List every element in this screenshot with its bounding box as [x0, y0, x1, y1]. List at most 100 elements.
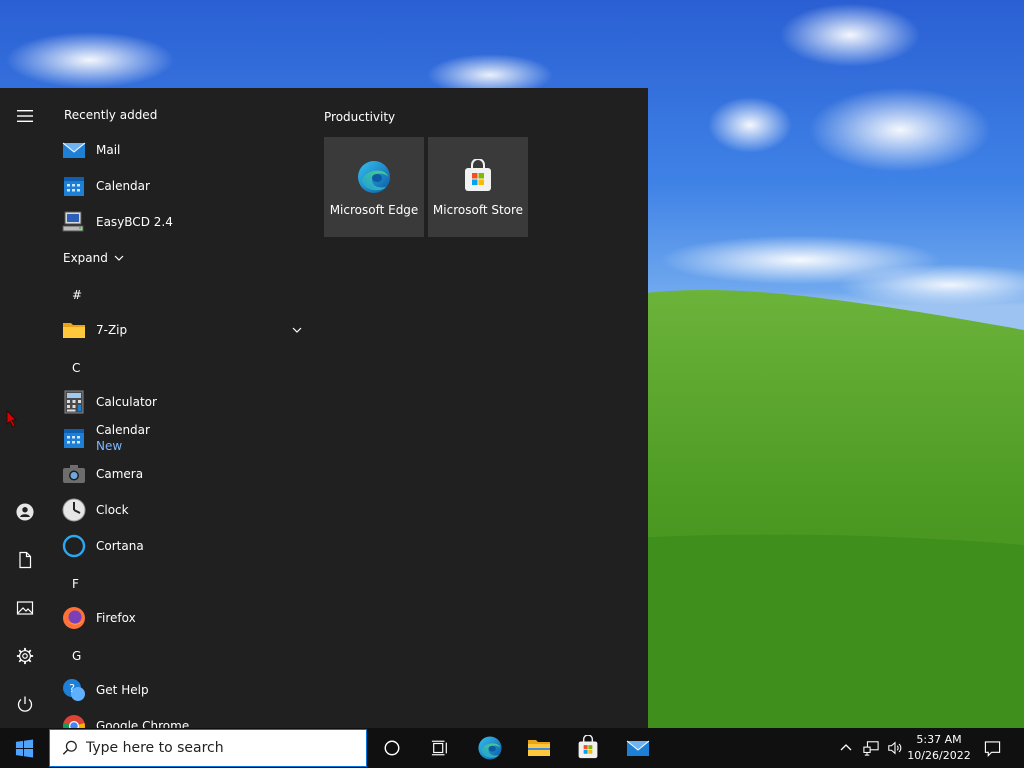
list-item-get-help[interactable]: ? Get Help [62, 672, 308, 708]
app-label: Calculator [96, 395, 157, 409]
list-item-cortana[interactable]: Cortana [62, 528, 308, 564]
clock-date: 10/26/2022 [907, 749, 971, 762]
start-menu-rail [0, 88, 50, 728]
list-item-mail[interactable]: Mail [62, 132, 308, 168]
folder-icon [62, 318, 86, 342]
search-icon [62, 740, 77, 755]
svg-text:?: ? [69, 682, 75, 695]
mail-icon [62, 138, 86, 162]
cortana-circle-icon [384, 740, 400, 756]
task-view-button[interactable] [416, 728, 464, 768]
taskbar-store-button[interactable] [564, 728, 612, 768]
search-input[interactable] [86, 733, 336, 763]
cortana-button[interactable] [368, 728, 416, 768]
list-item-google-chrome[interactable]: Google Chrome [62, 708, 308, 728]
list-item-calculator[interactable]: Calculator [62, 384, 308, 420]
section-header-f[interactable]: F [72, 577, 79, 591]
taskbar-file-explorer-button[interactable] [515, 728, 563, 768]
mouse-cursor-icon [6, 410, 17, 428]
network-button[interactable] [858, 728, 884, 768]
app-label: Google Chrome [96, 719, 190, 728]
store-icon [465, 159, 491, 191]
gear-icon [16, 647, 34, 665]
recently-added-header: Recently added [64, 108, 158, 122]
taskbar-mail-button[interactable] [614, 728, 662, 768]
new-badge: New [96, 439, 123, 453]
chevron-down-icon [114, 255, 124, 261]
app-label: Calendar [96, 423, 150, 437]
easybcd-icon [62, 210, 86, 234]
section-header-g[interactable]: G [72, 649, 81, 663]
app-label: Cortana [96, 539, 144, 553]
taskbar-clock[interactable]: 5:37 AM 10/26/2022 [904, 728, 974, 768]
taskbar: 5:37 AM 10/26/2022 [0, 728, 1024, 768]
store-icon [578, 735, 598, 759]
list-item-firefox[interactable]: Firefox [62, 600, 308, 636]
tile-label: Microsoft Store [432, 203, 524, 217]
list-item-easybcd[interactable]: EasyBCD 2.4 [62, 204, 308, 240]
volume-button[interactable] [884, 728, 906, 768]
calculator-icon [62, 390, 86, 414]
help-icon: ? [62, 678, 86, 702]
tile-microsoft-edge[interactable]: Microsoft Edge [324, 137, 424, 237]
action-center-button[interactable] [976, 728, 1008, 768]
expand-button[interactable]: Expand [63, 240, 309, 276]
clock-icon [62, 498, 86, 522]
tile-group-title[interactable]: Productivity [324, 110, 395, 124]
calendar-icon [62, 426, 86, 450]
app-label: Mail [96, 143, 121, 157]
tile-microsoft-store[interactable]: Microsoft Store [428, 137, 528, 237]
power-button[interactable] [5, 684, 45, 724]
app-label: Firefox [96, 611, 136, 625]
edge-icon [358, 161, 390, 193]
tiles-area: Productivity Microsoft Edge Microsoft St… [310, 88, 648, 728]
chevron-up-icon [840, 744, 852, 751]
clock-time: 5:37 AM [916, 733, 962, 746]
edge-icon [478, 736, 502, 760]
calendar-icon [62, 174, 86, 198]
account-button[interactable] [5, 492, 45, 532]
app-label: Get Help [96, 683, 149, 697]
start-button[interactable] [0, 728, 48, 768]
folder-icon [528, 740, 550, 756]
cortana-icon [62, 534, 86, 558]
list-item-calendar[interactable]: Calendar New [62, 420, 308, 456]
app-label: 7-Zip [96, 323, 128, 337]
notification-icon [984, 740, 1000, 757]
app-label: EasyBCD 2.4 [96, 215, 173, 229]
task-view-icon [431, 740, 447, 756]
chrome-icon [62, 714, 86, 728]
list-item-calendar-recent[interactable]: Calendar [62, 168, 308, 204]
expand-menu-button[interactable] [5, 96, 45, 136]
documents-button[interactable] [5, 540, 45, 580]
power-icon [17, 696, 33, 712]
app-label: Calendar [96, 179, 150, 193]
hamburger-icon [17, 110, 33, 122]
show-hidden-icons-button[interactable] [836, 728, 856, 768]
user-icon [16, 503, 34, 521]
list-item-7zip[interactable]: 7-Zip [62, 312, 308, 348]
app-label: Camera [96, 467, 144, 481]
windows-logo-icon [15, 738, 33, 758]
firefox-icon [62, 606, 86, 630]
section-header-hash[interactable]: # [72, 288, 82, 302]
camera-icon [62, 462, 86, 486]
mail-icon [626, 740, 650, 756]
network-icon [863, 741, 879, 756]
document-icon [19, 551, 32, 569]
settings-button[interactable] [5, 636, 45, 676]
pictures-icon [16, 601, 34, 615]
list-item-camera[interactable]: Camera [62, 456, 308, 492]
expand-label: Expand [63, 251, 108, 265]
list-item-clock[interactable]: Clock [62, 492, 308, 528]
pictures-button[interactable] [5, 588, 45, 628]
section-header-c[interactable]: C [72, 361, 80, 375]
taskbar-edge-button[interactable] [466, 728, 514, 768]
chevron-down-icon[interactable] [292, 325, 302, 335]
app-list[interactable]: Recently added Mail Calendar EasyBCD 2.4… [50, 88, 310, 728]
taskbar-search-box[interactable] [49, 729, 367, 767]
tile-label: Microsoft Edge [329, 203, 419, 217]
start-menu: Recently added Mail Calendar EasyBCD 2.4… [0, 88, 648, 728]
volume-icon [888, 741, 902, 755]
app-label: Clock [96, 503, 129, 517]
